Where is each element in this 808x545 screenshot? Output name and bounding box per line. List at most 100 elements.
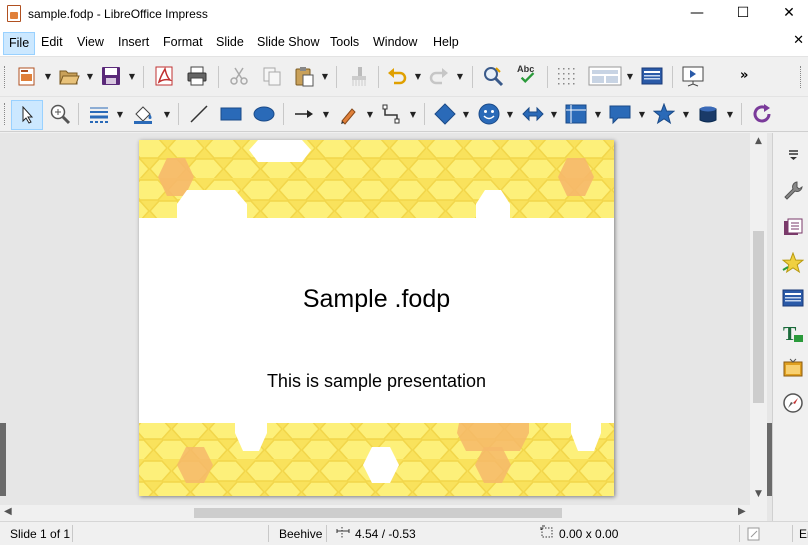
- slide-indicator[interactable]: Slide 1 of 1: [10, 527, 70, 541]
- sidebar-menu-icon[interactable]: [782, 143, 804, 165]
- print-icon[interactable]: [186, 65, 208, 87]
- ellipse-icon[interactable]: [253, 103, 275, 125]
- toolbar-grip[interactable]: [4, 103, 7, 125]
- 3d-objects-icon[interactable]: [697, 103, 719, 125]
- slide-title[interactable]: Sample .fodp: [139, 285, 614, 314]
- menu-window[interactable]: Window: [368, 32, 422, 55]
- vertical-scrollbar[interactable]: ▲ ▼: [750, 133, 767, 505]
- open-icon[interactable]: [58, 65, 80, 87]
- horizontal-scroll-thumb[interactable]: [194, 508, 562, 518]
- master-slides-icon[interactable]: [641, 65, 663, 87]
- find-replace-icon[interactable]: [482, 65, 504, 87]
- cut-icon[interactable]: [228, 65, 250, 87]
- document-modified-icon[interactable]: [747, 527, 761, 541]
- slide-transition-icon[interactable]: [782, 217, 804, 239]
- menu-edit[interactable]: Edit: [36, 32, 68, 55]
- menu-slide-show[interactable]: Slide Show: [252, 32, 325, 55]
- curve-icon[interactable]: [338, 103, 360, 125]
- chevron-down-icon[interactable]: ▼: [626, 73, 634, 81]
- master-slides-panel-icon[interactable]: [782, 287, 804, 309]
- chevron-down-icon[interactable]: ▼: [321, 73, 329, 81]
- chevron-down-icon[interactable]: ▼: [682, 111, 690, 119]
- object-size-icon: [540, 525, 553, 538]
- chevron-down-icon[interactable]: ▼: [86, 73, 94, 81]
- chevron-down-icon[interactable]: ▼: [506, 111, 514, 119]
- language-indicator[interactable]: En: [799, 527, 808, 541]
- status-bar: Slide 1 of 1 Beehive 4.54 / -0.53 0.00 x…: [0, 521, 808, 545]
- horizontal-scrollbar[interactable]: ◀ ▶: [0, 505, 767, 521]
- menu-help[interactable]: Help: [428, 32, 464, 55]
- menu-format[interactable]: Format: [158, 32, 208, 55]
- animation-icon[interactable]: [782, 252, 804, 274]
- undo-icon[interactable]: [386, 65, 408, 87]
- select-button[interactable]: [11, 100, 43, 130]
- rectangle-icon[interactable]: [220, 103, 242, 125]
- fill-color-icon[interactable]: [132, 103, 154, 125]
- slide-pane-toggle[interactable]: [0, 423, 6, 496]
- chevron-down-icon[interactable]: ▼: [322, 111, 330, 119]
- toolbar-overflow-button[interactable]: »: [740, 68, 748, 83]
- toolbar-grip[interactable]: [4, 66, 7, 88]
- basic-shapes-icon[interactable]: [434, 103, 456, 125]
- spelling-icon[interactable]: Abc: [515, 63, 541, 85]
- line-icon[interactable]: [188, 103, 210, 125]
- callouts-icon[interactable]: [609, 103, 631, 125]
- copy-icon[interactable]: [261, 65, 283, 87]
- symbol-shapes-icon[interactable]: [478, 103, 500, 125]
- chevron-down-icon[interactable]: ▼: [462, 111, 470, 119]
- scroll-right-arrow-icon[interactable]: ▶: [738, 506, 746, 517]
- chevron-down-icon[interactable]: ▼: [128, 73, 136, 81]
- slide-layout-icon[interactable]: [588, 65, 622, 87]
- chevron-down-icon[interactable]: ▼: [726, 111, 734, 119]
- connector-icon[interactable]: [381, 103, 403, 125]
- toolbar-grip[interactable]: [800, 66, 803, 88]
- close-window-button[interactable]: ✕: [766, 0, 808, 29]
- maximize-button[interactable]: ☐: [720, 0, 766, 29]
- chevron-down-icon[interactable]: ▼: [638, 111, 646, 119]
- vertical-scroll-thumb[interactable]: [753, 231, 764, 403]
- menu-tools[interactable]: Tools: [325, 32, 364, 55]
- sidebar-tab-bar: T: [772, 133, 808, 521]
- slide-subtitle[interactable]: This is sample presentation: [139, 371, 614, 392]
- master-slide-name[interactable]: Beehive: [279, 527, 322, 541]
- menu-bar: File Edit View Insert Format Slide Slide…: [0, 29, 808, 56]
- rotate-icon[interactable]: [751, 103, 773, 125]
- scroll-left-arrow-icon[interactable]: ◀: [4, 506, 12, 517]
- navigator-icon[interactable]: [782, 392, 804, 414]
- flowchart-icon[interactable]: [565, 103, 587, 125]
- clone-formatting-icon[interactable]: [346, 65, 368, 87]
- slide-canvas[interactable]: Sample .fodp This is sample presentation: [139, 140, 614, 496]
- chevron-down-icon[interactable]: ▼: [44, 73, 52, 81]
- chevron-down-icon[interactable]: ▼: [366, 111, 374, 119]
- menu-file[interactable]: File: [3, 32, 36, 55]
- stars-icon[interactable]: [653, 103, 675, 125]
- chevron-down-icon[interactable]: ▼: [414, 73, 422, 81]
- zoom-pan-icon[interactable]: [49, 103, 71, 125]
- line-style-icon[interactable]: [88, 103, 110, 125]
- close-document-button[interactable]: ✕: [793, 33, 804, 48]
- block-arrows-icon[interactable]: [522, 103, 544, 125]
- start-slideshow-icon[interactable]: [682, 65, 704, 87]
- chevron-down-icon[interactable]: ▼: [594, 111, 602, 119]
- chevron-down-icon[interactable]: ▼: [550, 111, 558, 119]
- properties-icon[interactable]: [782, 180, 804, 202]
- menu-view[interactable]: View: [72, 32, 109, 55]
- arrow-line-icon[interactable]: [293, 103, 315, 125]
- minimize-button[interactable]: —: [674, 0, 720, 29]
- scroll-down-arrow-icon[interactable]: ▼: [753, 489, 764, 499]
- scroll-up-arrow-icon[interactable]: ▲: [753, 136, 764, 146]
- chevron-down-icon[interactable]: ▼: [409, 111, 417, 119]
- chevron-down-icon[interactable]: ▼: [116, 111, 124, 119]
- redo-icon[interactable]: [428, 65, 450, 87]
- gallery-icon[interactable]: [782, 357, 804, 379]
- save-icon[interactable]: [100, 65, 122, 87]
- chevron-down-icon[interactable]: ▼: [456, 73, 464, 81]
- export-pdf-icon[interactable]: [153, 65, 175, 87]
- menu-slide[interactable]: Slide: [211, 32, 249, 55]
- menu-insert[interactable]: Insert: [113, 32, 154, 55]
- new-icon[interactable]: [16, 65, 38, 87]
- paste-icon[interactable]: [293, 65, 315, 87]
- grid-icon[interactable]: [556, 65, 578, 87]
- styles-icon[interactable]: T: [782, 322, 804, 344]
- chevron-down-icon[interactable]: ▼: [163, 111, 171, 119]
